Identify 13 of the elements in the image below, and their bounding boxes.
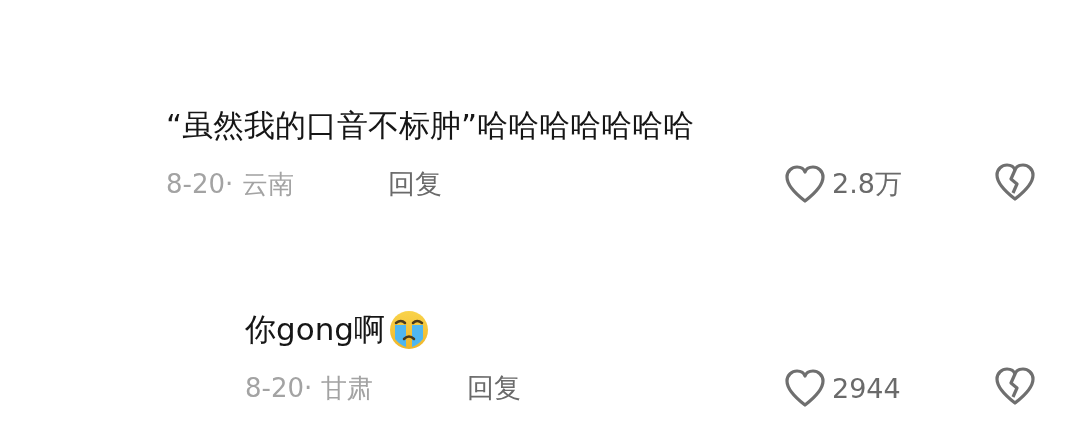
reply-link[interactable]: 回复 xyxy=(467,370,521,406)
crying-face-icon xyxy=(389,310,429,350)
like-count: 2.8万 xyxy=(832,167,902,201)
heart-icon[interactable] xyxy=(784,368,826,408)
comment-text: “虽然我的口音不标肿”哈哈哈哈哈哈哈 xyxy=(166,106,695,145)
comment-date-location: 8-20· 甘肃 xyxy=(245,371,374,405)
comment-text: 你gong啊 xyxy=(245,310,385,349)
comment-date-location: 8-20· 云南 xyxy=(166,167,295,201)
broken-heart-icon[interactable] xyxy=(994,162,1036,202)
like-count: 2944 xyxy=(832,372,901,404)
reply-link[interactable]: 回复 xyxy=(388,166,442,202)
broken-heart-icon[interactable] xyxy=(994,366,1036,406)
heart-icon[interactable] xyxy=(784,164,826,204)
